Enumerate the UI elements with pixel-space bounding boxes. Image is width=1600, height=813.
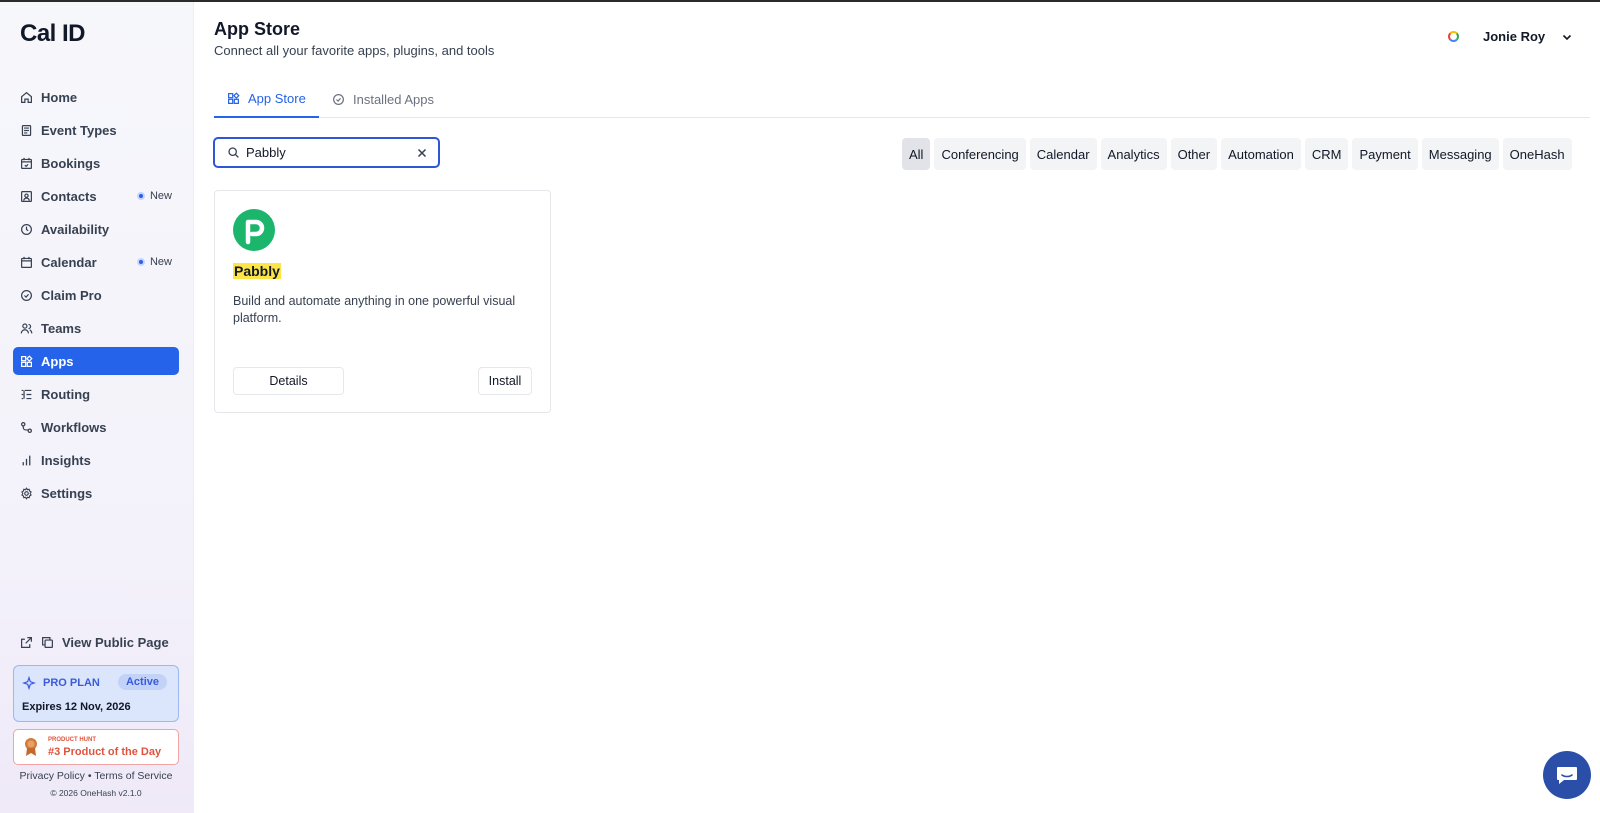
- contacts-icon: [20, 190, 33, 203]
- users-icon: [20, 322, 33, 335]
- category-all[interactable]: All: [902, 138, 931, 170]
- copyright: © 2026 OneHash v2.1.0: [50, 788, 142, 798]
- sidebar-nav: Home Event Types Bookings Contacts New A…: [13, 83, 179, 512]
- chat-widget-button[interactable]: [1543, 751, 1591, 799]
- user-menu[interactable]: Jonie Roy: [1448, 29, 1573, 44]
- product-hunt-badge[interactable]: PRODUCT HUNT #3 Product of the Day: [13, 729, 179, 765]
- category-calendar[interactable]: Calendar: [1029, 138, 1097, 170]
- sidebar-item-calendar[interactable]: Calendar New: [13, 248, 179, 276]
- app-name: Pabbly: [233, 263, 281, 279]
- tab-bar: App Store Installed Apps: [214, 80, 1590, 118]
- search-box: [213, 137, 440, 168]
- chevron-down-icon: [1563, 34, 1572, 40]
- sidebar-item-event-types[interactable]: Event Types: [13, 116, 179, 144]
- user-name: Jonie Roy: [1483, 29, 1546, 44]
- category-automation[interactable]: Automation: [1221, 138, 1301, 170]
- sidebar-item-label: Availability: [41, 221, 110, 237]
- pro-plan-label: PRO PLAN: [22, 676, 100, 690]
- sidebar-item-settings[interactable]: Settings: [13, 479, 179, 507]
- page-subtitle: Connect all your favorite apps, plugins,…: [214, 43, 495, 58]
- sidebar-item-label: Workflows: [41, 419, 107, 435]
- tab-app-store[interactable]: App Store: [214, 80, 319, 118]
- app-description: Build and automate anything in one power…: [233, 294, 516, 325]
- app-card: Pabbly Build and automate anything in on…: [214, 190, 551, 413]
- details-button[interactable]: Details: [233, 367, 344, 395]
- tab-installed-apps[interactable]: Installed Apps: [319, 80, 447, 118]
- pro-plan-card[interactable]: PRO PLAN Active Expires 12 Nov, 2026: [13, 665, 179, 722]
- sidebar-item-label: Contacts: [41, 188, 97, 204]
- category-onehash[interactable]: OneHash: [1502, 138, 1572, 170]
- page-title: App Store: [214, 19, 301, 39]
- check-circle-icon: [333, 93, 344, 105]
- chat-icon: [1557, 767, 1577, 784]
- workflow-icon: [20, 421, 33, 434]
- sidebar-item-claim-pro[interactable]: Claim Pro: [13, 281, 179, 309]
- apps-icon: [228, 91, 240, 104]
- gear-icon: [20, 486, 33, 500]
- sidebar-item-contacts[interactable]: Contacts New: [13, 182, 179, 210]
- privacy-policy-link[interactable]: Privacy Policy: [20, 770, 85, 782]
- sidebar-item-bookings[interactable]: Bookings: [13, 149, 179, 177]
- sidebar-item-label: Home: [41, 89, 78, 105]
- category-payment[interactable]: Payment: [1352, 138, 1418, 170]
- calendar-check-icon: [20, 157, 33, 170]
- new-badge: New: [136, 256, 172, 268]
- sidebar-item-label: Insights: [41, 452, 91, 468]
- routing-icon: [20, 388, 33, 401]
- event-types-icon: [20, 124, 33, 137]
- terms-link[interactable]: Terms of Service: [94, 770, 172, 782]
- sidebar-item-insights[interactable]: Insights: [13, 446, 179, 474]
- footer-links: Privacy Policy • Terms of Service: [19, 770, 173, 782]
- home-icon: [20, 91, 33, 104]
- install-button[interactable]: Install: [478, 367, 532, 395]
- copy-icon[interactable]: [41, 636, 54, 649]
- sidebar-item-label: Bookings: [41, 155, 101, 171]
- plan-status-badge: Active: [117, 674, 167, 690]
- sidebar-item-workflows[interactable]: Workflows: [13, 413, 179, 441]
- category-analytics[interactable]: Analytics: [1100, 138, 1167, 170]
- calendar-icon: [20, 256, 33, 269]
- search-icon: [228, 147, 239, 158]
- sidebar-item-label: Routing: [41, 386, 91, 402]
- sidebar-item-availability[interactable]: Availability: [13, 215, 179, 243]
- sidebar: Cal ID Home Event Types Bookings Contact…: [0, 2, 194, 813]
- category-crm[interactable]: CRM: [1304, 138, 1349, 170]
- category-messaging[interactable]: Messaging: [1421, 138, 1499, 170]
- external-link-icon: [21, 637, 32, 648]
- close-icon[interactable]: [416, 147, 428, 159]
- sidebar-item-label: Claim Pro: [41, 287, 102, 303]
- medal-icon: [25, 738, 37, 756]
- sidebar-item-teams[interactable]: Teams: [13, 314, 179, 342]
- apps-icon: [20, 354, 33, 368]
- avatar: [1448, 31, 1459, 42]
- clock-icon: [20, 223, 33, 236]
- category-conferencing[interactable]: Conferencing: [934, 138, 1026, 170]
- view-public-page-link[interactable]: View Public Page: [20, 635, 169, 650]
- bar-chart-icon: [20, 454, 33, 467]
- badge-check-icon: [20, 289, 33, 302]
- sidebar-item-label: Teams: [41, 320, 82, 336]
- new-badge: New: [136, 190, 172, 202]
- sparkle-icon: [22, 676, 36, 690]
- sidebar-item-home[interactable]: Home: [13, 83, 179, 111]
- search-input[interactable]: [246, 145, 406, 160]
- sidebar-item-label: Event Types: [41, 122, 117, 138]
- plan-expiry: Expires 12 Nov, 2026: [22, 701, 131, 713]
- pabbly-logo-icon: [233, 209, 275, 251]
- sidebar-item-routing[interactable]: Routing: [13, 380, 179, 408]
- sidebar-item-apps[interactable]: Apps: [13, 347, 179, 375]
- sidebar-item-label: Apps: [41, 353, 74, 369]
- category-filter: All Conferencing Calendar Analytics Othe…: [902, 138, 1572, 170]
- category-other[interactable]: Other: [1170, 138, 1218, 170]
- sidebar-item-label: Settings: [41, 485, 93, 501]
- app-logo[interactable]: Cal ID: [20, 20, 86, 48]
- sidebar-item-label: Calendar: [41, 254, 97, 270]
